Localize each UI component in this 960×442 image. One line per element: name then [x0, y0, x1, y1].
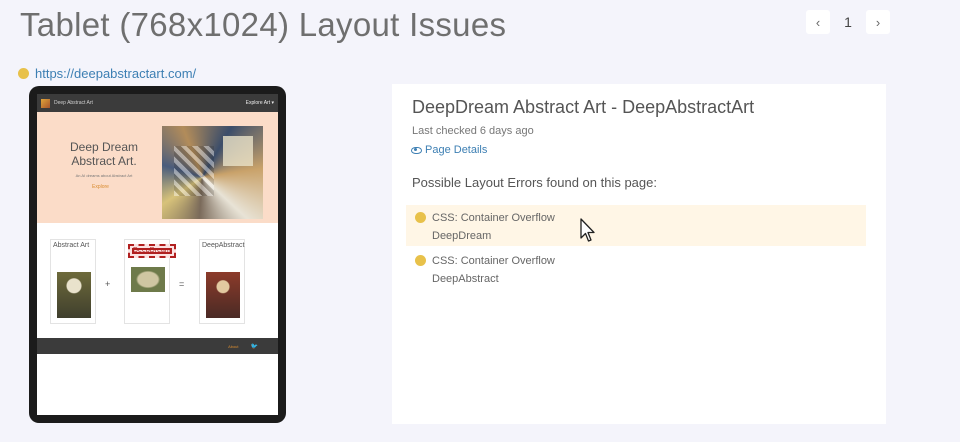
warning-dot-icon [415, 255, 426, 266]
preview-card-image [57, 272, 91, 318]
preview-card-deepdream: DeepDream [124, 239, 176, 324]
preview-footer: About 🐦 [37, 338, 278, 354]
preview-site-name: Deep Abstract Art [54, 100, 93, 106]
preview-hero-subtitle: An AI dreams about Abstract Art [75, 173, 133, 178]
page-details-label[interactable]: Page Details [425, 144, 487, 156]
prev-page-button[interactable]: ‹ [806, 10, 830, 34]
page-title: Tablet (768x1024) Layout Issues [20, 6, 507, 43]
twitter-icon: 🐦 [250, 343, 258, 350]
status-dot-icon [18, 68, 29, 79]
errors-heading: Possible Layout Errors found on this pag… [412, 175, 657, 190]
warning-dot-icon [415, 212, 426, 223]
page-details-panel: DeepDream Abstract Art - DeepAbstractArt… [392, 84, 886, 424]
preview-equals-sign: = [179, 279, 185, 289]
eye-icon [411, 146, 422, 154]
layout-error-item[interactable]: CSS: Container Overflow DeepDream [406, 205, 866, 246]
error-type: CSS: Container Overflow [432, 212, 555, 224]
preview-hero-artwork [162, 126, 263, 219]
current-page-number[interactable]: 1 [834, 10, 862, 34]
preview-card-image [206, 272, 240, 318]
preview-card-image [131, 267, 165, 292]
site-logo-icon [41, 98, 50, 108]
site-url-row: https://deepabstractart.com/ [18, 66, 196, 81]
preview-card-deepabstract: DeepAbstract [199, 239, 245, 324]
preview-explore-menu: Explore Art ▾ [245, 100, 274, 106]
preview-footer-about: About [228, 343, 239, 349]
site-url-link[interactable]: https://deepabstractart.com/ [35, 66, 196, 81]
preview-hero-cta: Explore [92, 184, 109, 190]
next-page-button[interactable]: › [866, 10, 890, 34]
pagination: ‹ 1 › [806, 10, 890, 34]
error-element: DeepDream [432, 230, 492, 242]
preview-cards: Abstract Art + DeepDream = DeepAbstract [37, 239, 278, 327]
error-element: DeepAbstract [432, 273, 499, 285]
page-details-link[interactable]: Page Details [411, 144, 487, 156]
preview-card-label: Abstract Art [53, 242, 90, 249]
preview-card-label: DeepAbstract [202, 242, 245, 249]
panel-page-title: DeepDream Abstract Art - DeepAbstractArt [412, 97, 755, 117]
preview-plus-sign: + [105, 279, 111, 289]
preview-navbar: Deep Abstract Art Explore Art ▾ [37, 94, 278, 112]
tablet-preview: Deep Abstract Art Explore Art ▾ Deep Dre… [29, 86, 286, 423]
preview-card-label-highlighted: DeepDream [128, 244, 176, 258]
tablet-screen: Deep Abstract Art Explore Art ▾ Deep Dre… [37, 94, 278, 415]
preview-hero: Deep Dream Abstract Art. An AI dreams ab… [37, 112, 278, 223]
preview-hero-title: Deep Dream Abstract Art. [69, 140, 139, 168]
error-type: CSS: Container Overflow [432, 255, 555, 267]
last-checked-text: Last checked 6 days ago [412, 125, 534, 137]
layout-error-item[interactable]: CSS: Container Overflow DeepAbstract [406, 248, 866, 289]
preview-card-abstract-art: Abstract Art [50, 239, 96, 324]
